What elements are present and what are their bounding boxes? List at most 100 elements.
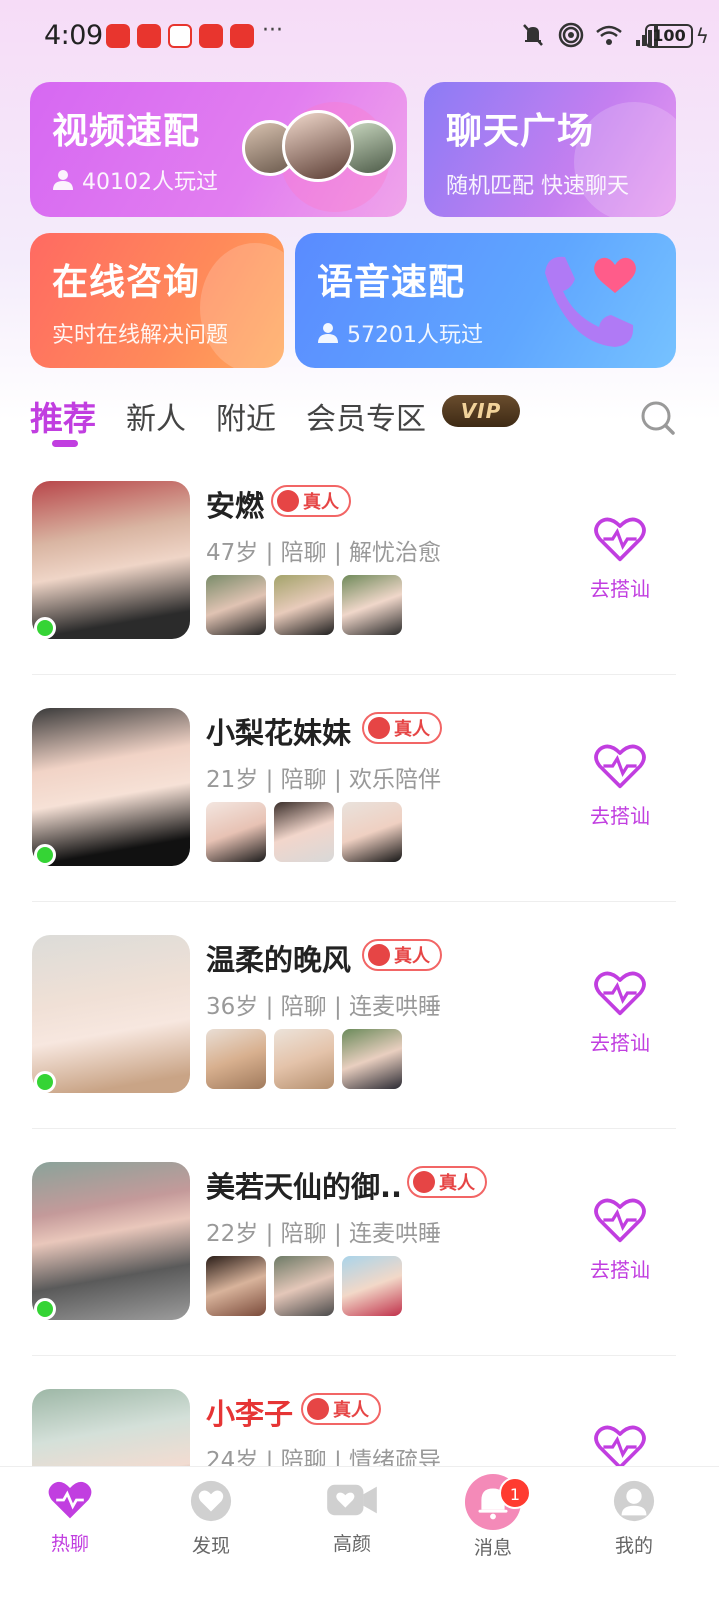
photo-thumbnail[interactable] (274, 802, 334, 862)
avatar[interactable] (32, 481, 190, 639)
photo-thumbnail[interactable] (342, 802, 402, 862)
tab-vip-zone[interactable]: 会员专区 (306, 394, 426, 438)
greet-button[interactable]: 去搭讪 (584, 742, 656, 829)
greet-button[interactable]: 去搭讪 (584, 1196, 656, 1283)
person-icon (413, 1171, 435, 1193)
list-item[interactable]: 温柔的晚风 真人 36岁 | 陪聊 | 连麦哄睡 去搭讪 (0, 935, 719, 1162)
heart-pulse-icon (48, 1481, 92, 1519)
photo-thumbnail[interactable] (274, 575, 334, 635)
online-status-dot (34, 1298, 56, 1320)
heart-pulse-icon (594, 1198, 646, 1243)
user-meta: 36岁 | 陪聊 | 连麦哄睡 (206, 994, 442, 1020)
heart-pulse-icon (594, 517, 646, 562)
app-notification-icon (230, 24, 254, 48)
bottom-nav: 热聊 发现 高颜 1 消息 我的 (0, 1466, 719, 1600)
nav-label: 消息 (473, 1537, 512, 1559)
nav-high-looks[interactable]: 高颜 (302, 1479, 402, 1556)
photo-thumbnail[interactable] (342, 1256, 402, 1316)
mute-bell-icon (523, 24, 543, 46)
status-bar: 4:09 ··· 100 ϟ (0, 0, 719, 72)
photo-thumbnail[interactable] (206, 1029, 266, 1089)
greet-label: 去搭讪 (590, 1031, 650, 1055)
photo-thumbnail[interactable] (274, 1029, 334, 1089)
nav-label: 我的 (614, 1535, 653, 1557)
user-meta: 21岁 | 陪聊 | 欢乐陪伴 (206, 767, 442, 793)
photo-thumbnail[interactable] (274, 1256, 334, 1316)
avatar[interactable] (32, 708, 190, 866)
nav-label: 高颜 (332, 1533, 371, 1555)
nav-hot-chat[interactable]: 热聊 (20, 1479, 120, 1556)
card-subtitle: 实时在线解决问题 (52, 323, 229, 348)
phone-heart-icon (545, 256, 636, 347)
card-subtitle: 40102人玩过 (82, 170, 218, 195)
active-tab-indicator (52, 440, 78, 447)
online-status-dot (34, 617, 56, 639)
verified-badge: 真人 (301, 1393, 381, 1425)
greet-button[interactable]: 去搭讪 (584, 515, 656, 602)
charging-icon: ϟ (695, 24, 709, 48)
photo-thumbnail[interactable] (342, 575, 402, 635)
unread-badge: 1 (499, 1477, 531, 1509)
user-name: 温柔的晚风 (206, 943, 352, 977)
card-subtitle: 57201人玩过 (347, 323, 483, 348)
list-item[interactable]: 安燃 真人 47岁 | 陪聊 | 解忧治愈 去搭讪 (0, 481, 719, 708)
person-icon (368, 944, 390, 966)
search-icon[interactable] (640, 400, 676, 436)
avatar-image (282, 110, 354, 182)
card-title: 语音速配 (317, 262, 466, 303)
photo-thumbnail[interactable] (342, 1029, 402, 1089)
card-subtitle: 随机匹配 快速聊天 (446, 174, 629, 199)
user-meta: 47岁 | 陪聊 | 解忧治愈 (206, 540, 442, 566)
divider (32, 1128, 676, 1129)
vip-badge[interactable]: VIP (442, 395, 520, 427)
tab-recommend[interactable]: 推荐 (30, 392, 96, 440)
card-title: 聊天广场 (446, 111, 595, 152)
online-status-dot (34, 844, 56, 866)
greet-button[interactable]: 去搭讪 (584, 969, 656, 1056)
online-consult-card[interactable]: 在线咨询 实时在线解决问题 (30, 233, 284, 368)
photo-thumbnail[interactable] (206, 802, 266, 862)
video-camera-icon (327, 1484, 377, 1516)
list-item[interactable]: 美若天仙的御.. 真人 22岁 | 陪聊 | 连麦哄睡 去搭讪 (0, 1162, 719, 1389)
verified-label: 真人 (439, 1173, 475, 1194)
avatar[interactable] (32, 1162, 190, 1320)
app-notification-icon (199, 24, 223, 48)
tab-nearby[interactable]: 附近 (216, 394, 276, 438)
app-notification-icon (137, 24, 161, 48)
verified-label: 真人 (333, 1400, 369, 1421)
voice-match-card[interactable]: 语音速配 57201人玩过 (295, 233, 676, 368)
heart-pulse-icon (594, 971, 646, 1016)
photo-thumbnails (206, 575, 402, 635)
user-name: 安燃 (206, 489, 265, 523)
nav-messages[interactable]: 1 消息 (443, 1473, 543, 1560)
battery-indicator: 100 (645, 24, 693, 48)
user-icon (53, 170, 73, 190)
list-item[interactable]: 小梨花妹妹 真人 21岁 | 陪聊 | 欢乐陪伴 去搭讪 (0, 708, 719, 935)
verified-label: 真人 (394, 719, 430, 740)
status-time: 4:09 (44, 20, 103, 51)
tab-new[interactable]: 新人 (126, 394, 186, 438)
chat-plaza-card[interactable]: 聊天广场 随机匹配 快速聊天 (424, 82, 676, 217)
more-notifications-icon: ··· (262, 18, 283, 43)
video-match-card[interactable]: 视频速配 40102人玩过 (30, 82, 407, 217)
profile-icon (613, 1480, 655, 1522)
hotspot-icon (558, 22, 584, 48)
photo-thumbnail[interactable] (206, 1256, 266, 1316)
verified-label: 真人 (394, 946, 430, 967)
verified-badge: 真人 (362, 939, 442, 971)
avatar[interactable] (32, 935, 190, 1093)
nav-discover[interactable]: 发现 (161, 1479, 261, 1558)
person-icon (368, 717, 390, 739)
person-icon (307, 1398, 329, 1420)
greet-label: 去搭讪 (590, 577, 650, 601)
greet-label: 去搭讪 (590, 1258, 650, 1282)
photo-thumbnail[interactable] (206, 575, 266, 635)
user-name: 美若天仙的御.. (206, 1170, 403, 1204)
photo-thumbnails (206, 1256, 402, 1316)
divider (32, 1355, 676, 1356)
user-meta: 22岁 | 陪聊 | 连麦哄睡 (206, 1221, 442, 1247)
verified-badge: 真人 (407, 1166, 487, 1198)
person-icon (277, 490, 299, 512)
nav-profile[interactable]: 我的 (584, 1479, 684, 1558)
card-title: 在线咨询 (52, 262, 201, 303)
